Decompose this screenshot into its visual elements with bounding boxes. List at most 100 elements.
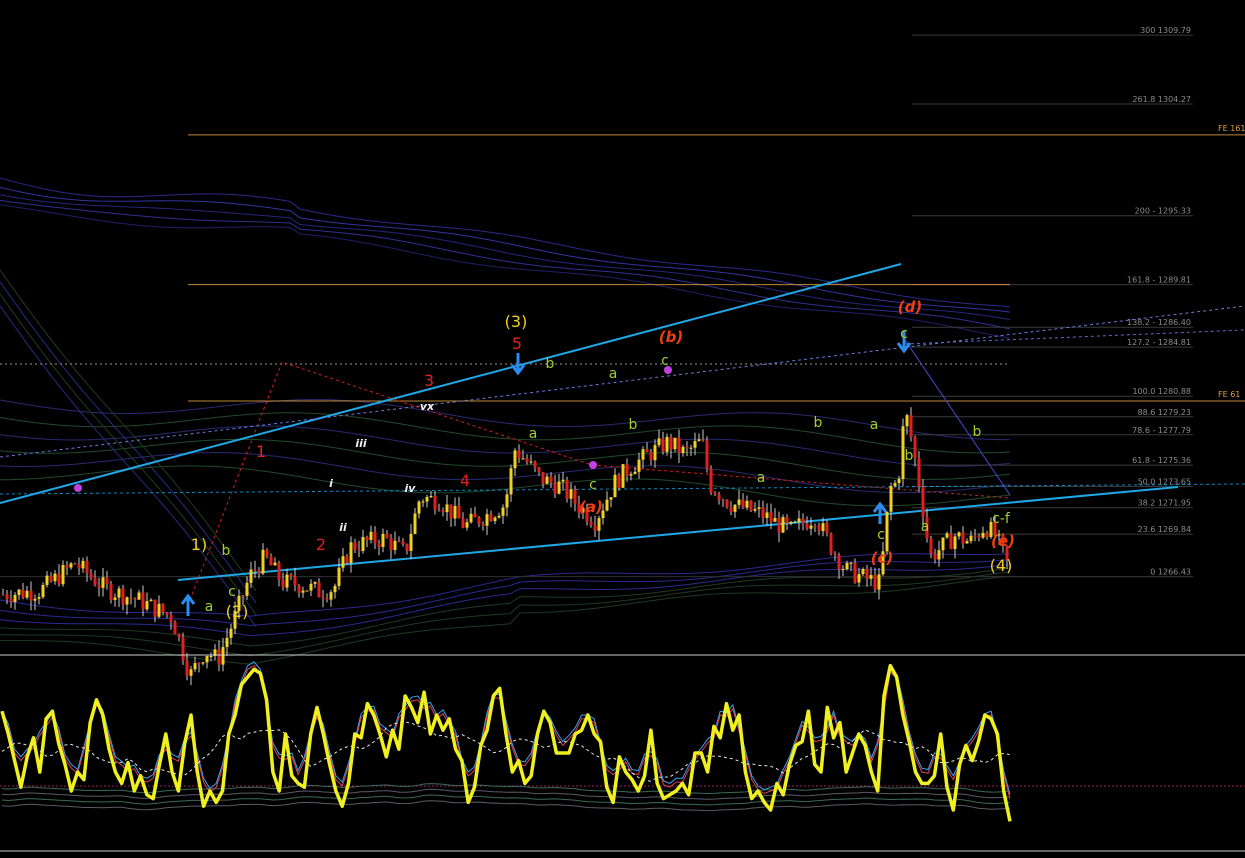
wave-label: 1) <box>191 535 207 554</box>
wave-label: (b) <box>659 328 683 346</box>
candle-up <box>509 468 513 495</box>
wave-label: (a) <box>579 498 603 516</box>
candle-up <box>609 497 613 500</box>
wave-label: a <box>757 470 766 486</box>
candle-up <box>221 647 225 665</box>
candle-up <box>445 504 449 513</box>
candle-up <box>561 479 565 482</box>
candle-up <box>621 464 625 488</box>
candle-up <box>417 501 421 514</box>
candle-down <box>477 517 481 524</box>
candle-down <box>553 482 557 494</box>
candle-down <box>161 603 165 613</box>
candle-up <box>941 537 945 551</box>
candle-down <box>257 570 261 574</box>
chart: 300 1309.79 261.8 1304.27 200 - 1295.33 161… <box>0 0 1245 854</box>
candle-down <box>645 449 649 453</box>
candle-down <box>317 582 321 598</box>
wave-label: (e) <box>991 532 1015 550</box>
candle-up <box>149 599 153 602</box>
candle-up <box>861 569 865 575</box>
candle-down <box>617 474 621 488</box>
candle-up <box>745 500 749 508</box>
candle-up <box>285 574 289 588</box>
candle-up <box>45 575 49 586</box>
candle-down <box>749 500 753 511</box>
candle-down <box>241 595 245 597</box>
candle-up <box>965 541 969 544</box>
wave-label: iii <box>355 437 367 450</box>
candle-down <box>785 517 789 524</box>
candle-up <box>505 494 509 508</box>
candle-down <box>921 486 925 517</box>
fib-level-label: 127.2 - 1284.81 <box>1127 338 1191 347</box>
candle-down <box>717 494 721 500</box>
candle-up <box>205 656 209 663</box>
candle-down <box>661 438 665 452</box>
wave-label: (c) <box>871 549 894 567</box>
candle-up <box>37 597 41 599</box>
candle-down <box>481 523 485 526</box>
candle-up <box>765 512 769 519</box>
candle-up <box>53 573 57 582</box>
candle-down <box>549 476 553 483</box>
candle-up <box>857 574 861 583</box>
candle-down <box>449 504 453 519</box>
candle-up <box>957 532 961 537</box>
candle-up <box>337 567 341 586</box>
candle-down <box>373 531 377 544</box>
candle-up <box>329 592 333 600</box>
wave-label: i <box>329 477 333 490</box>
candle-down <box>441 510 445 513</box>
candle-up <box>245 582 249 596</box>
candle-down <box>9 599 13 602</box>
wave-label: c <box>900 326 908 342</box>
candle-up <box>673 437 677 450</box>
candle-down <box>29 590 33 601</box>
candle-down <box>489 514 493 521</box>
candle-down <box>385 533 389 538</box>
candle-down <box>909 415 913 438</box>
wave-label: (d) <box>898 298 922 316</box>
candle-down <box>537 467 541 472</box>
candle-down <box>185 660 189 676</box>
candle-down <box>97 585 101 588</box>
candle-down <box>801 518 805 524</box>
candle-up <box>521 458 525 460</box>
candle-down <box>929 538 933 554</box>
candle-down <box>321 597 325 599</box>
candle-down <box>565 479 569 499</box>
candle-up <box>333 585 337 593</box>
candle-up <box>697 439 701 442</box>
candle-up <box>409 533 413 551</box>
candle-down <box>865 569 869 579</box>
candle-up <box>145 601 149 610</box>
wave-label: a <box>205 599 214 615</box>
candle-down <box>85 560 89 574</box>
candle-down <box>573 489 577 504</box>
candle-up <box>309 583 313 591</box>
candle-up <box>117 588 121 598</box>
candle-down <box>353 542 357 550</box>
candle-up <box>305 590 309 592</box>
candle-up <box>789 521 793 524</box>
wave-label: a <box>609 366 618 382</box>
candle-up <box>757 507 761 509</box>
candle-up <box>201 662 205 664</box>
candle-up <box>33 598 37 601</box>
candle-down <box>325 598 329 600</box>
candle-down <box>805 523 809 529</box>
pivot-dot-icon <box>74 484 82 492</box>
wave-label: 1 <box>256 442 266 461</box>
fib-level-label: 38.2 1271.95 <box>1138 499 1191 508</box>
candle-up <box>301 590 305 593</box>
candle-up <box>41 585 45 598</box>
fib-level-label: 88.6 1279.23 <box>1138 408 1191 417</box>
candle-up <box>953 536 957 550</box>
fib-level-label: 100.0 1280.88 <box>1132 387 1191 396</box>
candle-up <box>937 550 941 560</box>
fib-level-label: 161.8 - 1289.81 <box>1127 276 1191 285</box>
candle-up <box>773 517 777 522</box>
candle-up <box>17 589 21 595</box>
candle-down <box>873 575 877 590</box>
